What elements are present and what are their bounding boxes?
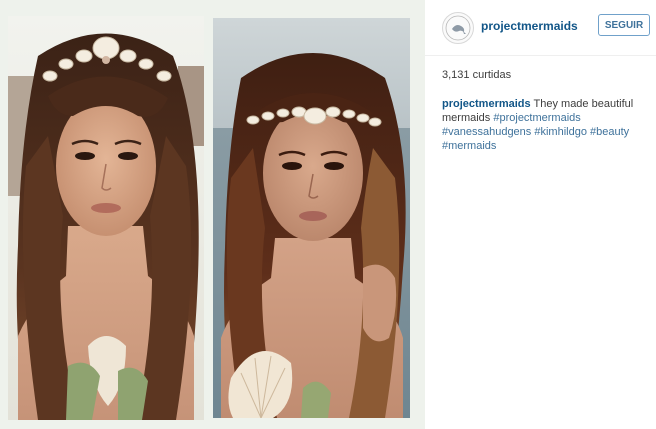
hashtag-link[interactable]: #beauty [590,126,629,138]
mermaid-logo-icon [445,15,471,41]
hashtag-link[interactable]: #vanessahudgens [442,126,531,138]
hashtag-link[interactable]: #kimhildgo [534,126,587,138]
caption-username-link[interactable]: projectmermaids [442,98,531,110]
likes-count[interactable]: 3,131 curtidas [442,69,511,81]
avatar[interactable] [442,12,474,44]
post-header: projectmermaids SEGUIR [425,0,656,56]
username-link[interactable]: projectmermaids [481,19,578,33]
photo-panel-right [213,18,410,418]
post-caption: projectmermaids They made beautiful merm… [442,97,647,153]
portrait-right-image [213,18,410,418]
photo-panel-left [8,16,204,420]
post-photo[interactable] [0,0,425,429]
post-sidebar: projectmermaids SEGUIR 3,131 curtidas pr… [425,0,656,429]
follow-button[interactable]: SEGUIR [598,14,650,36]
portrait-left-image [8,16,204,420]
hashtag-link[interactable]: #mermaids [442,140,496,152]
hashtag-link[interactable]: #projectmermaids [493,112,580,124]
